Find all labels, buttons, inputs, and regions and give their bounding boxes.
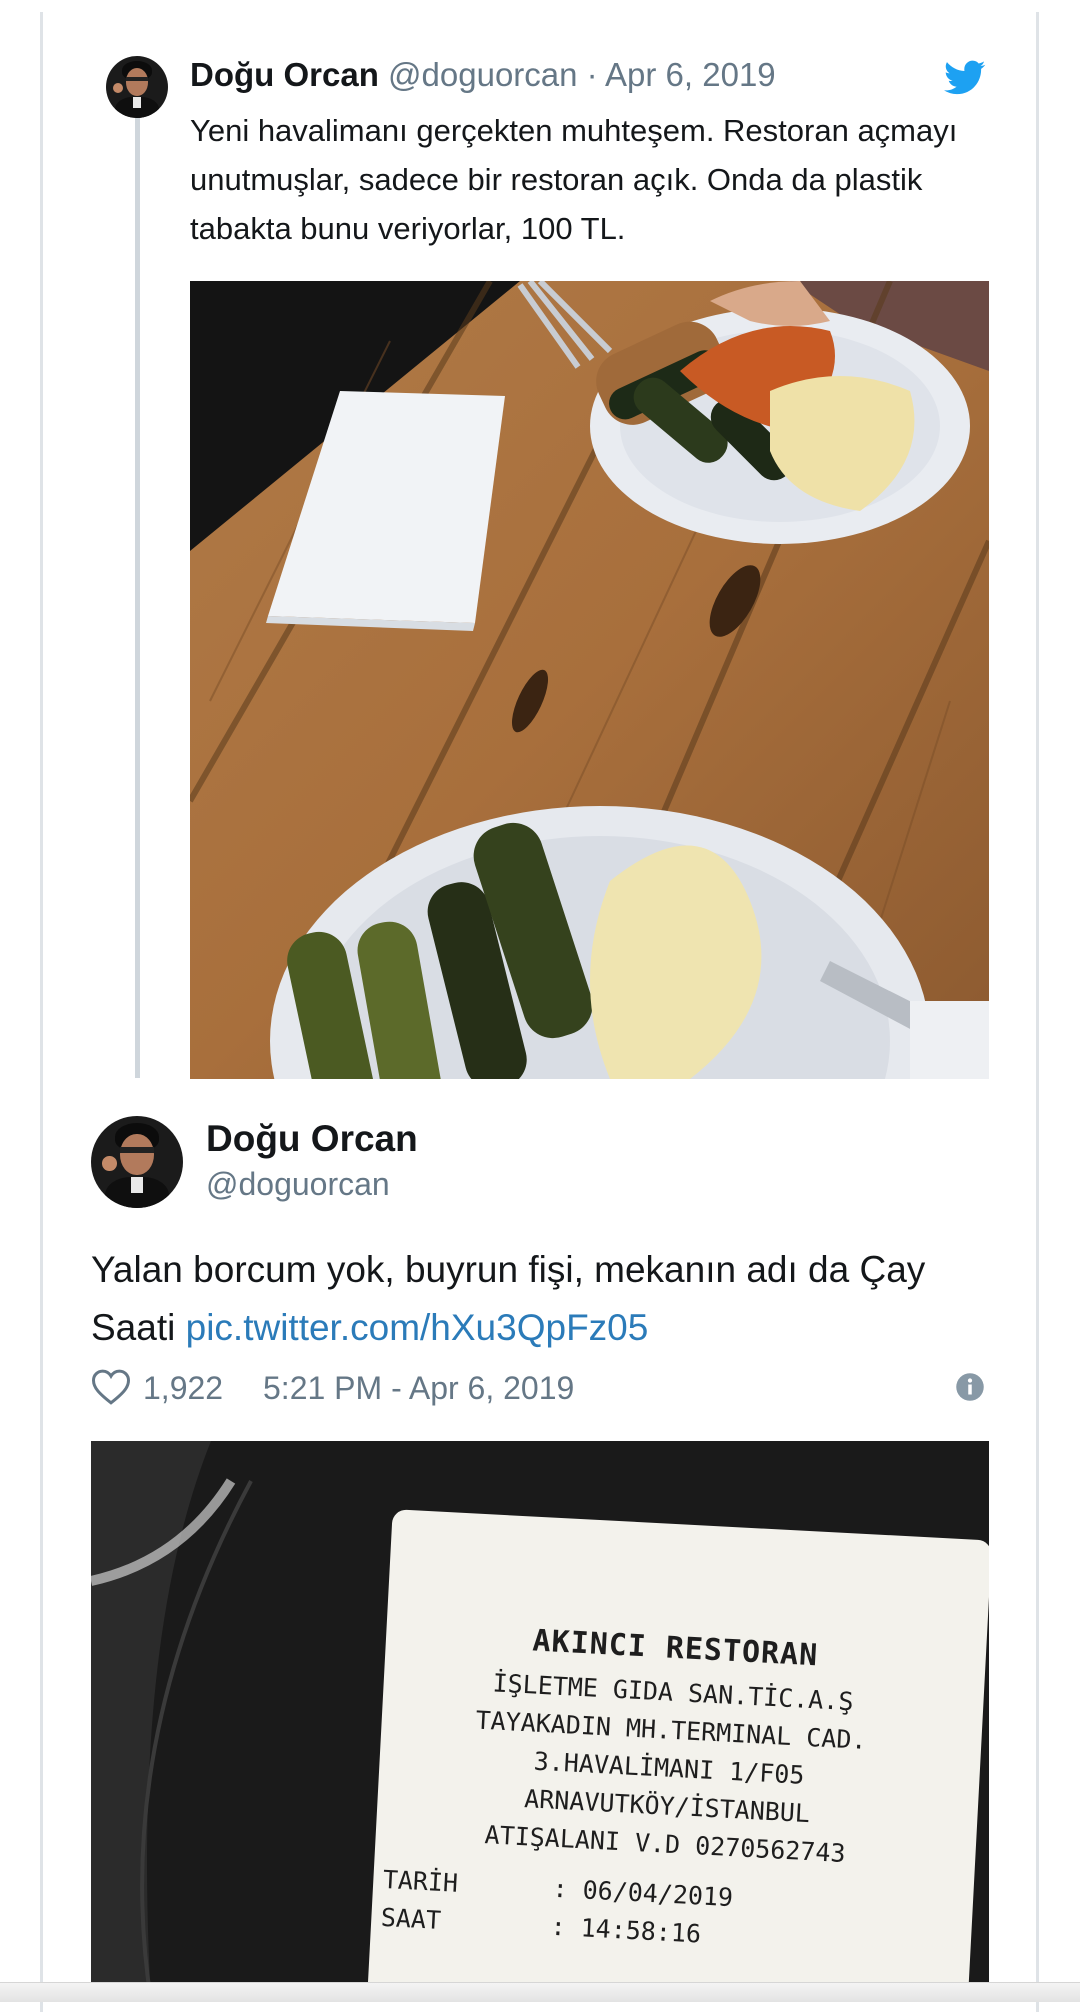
- tweet-text: Yalan borcum yok, buyrun fişi, mekanın a…: [91, 1241, 951, 1357]
- like-count: 1,922: [143, 1370, 224, 1406]
- receipt-date-value: : 06/04/2019: [551, 1873, 734, 1913]
- tweet-timestamp[interactable]: 5:21 PM - Apr 6, 2019: [263, 1370, 574, 1407]
- quoted-author-name[interactable]: Doğu Orcan: [190, 56, 379, 93]
- tweet-meta-row: 1,922 5:21 PM - Apr 6, 2019: [91, 1362, 989, 1418]
- twitter-bird-icon[interactable]: [944, 60, 986, 96]
- quoted-author-avatar[interactable]: [106, 56, 168, 118]
- info-icon[interactable]: [955, 1372, 985, 1402]
- author-handle[interactable]: @doguorcan: [206, 1162, 418, 1206]
- tweet-media-link[interactable]: pic.twitter.com/hXu3QpFz05: [186, 1307, 649, 1348]
- bottom-edge: [0, 1982, 1080, 2002]
- quoted-tweet-text: Yeni havalimanı gerçekten muhteşem. Rest…: [190, 113, 958, 246]
- heart-icon[interactable]: [91, 1368, 131, 1406]
- author-block: Doğu Orcan @doguorcan: [206, 1116, 418, 1206]
- quoted-author-handle[interactable]: @doguorcan: [388, 56, 577, 93]
- receipt-text: AKINCI RESTORAN İŞLETME GIDA SAN.TİC.A.Ş…: [370, 1526, 971, 1967]
- author-name[interactable]: Doğu Orcan: [206, 1116, 418, 1162]
- quoted-tweet-date[interactable]: Apr 6, 2019: [605, 56, 776, 93]
- receipt-time-value: : 14:58:16: [549, 1911, 702, 1949]
- food-photo-image: [190, 281, 989, 1079]
- food-photo[interactable]: [190, 281, 989, 1079]
- author-avatar[interactable]: [91, 1116, 183, 1208]
- thread-line: [135, 118, 140, 1078]
- receipt-photo[interactable]: AKINCI RESTORAN İŞLETME GIDA SAN.TİC.A.Ş…: [91, 1441, 989, 2001]
- quoted-separator: ·: [586, 56, 598, 93]
- quoted-tweet-header: Doğu Orcan @doguorcan · Apr 6, 2019: [190, 56, 776, 94]
